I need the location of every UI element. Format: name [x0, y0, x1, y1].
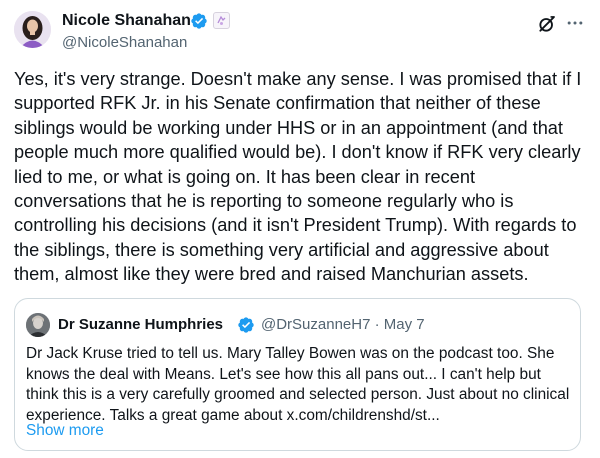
- author-avatar[interactable]: [14, 11, 51, 48]
- quoted-tweet[interactable]: Dr Suzanne Humphries @DrSuzanneH7 · May …: [14, 298, 581, 451]
- quoted-author-avatar[interactable]: [26, 313, 50, 337]
- affiliate-badge-icon[interactable]: [213, 12, 230, 29]
- more-options-icon[interactable]: [565, 13, 585, 33]
- tweet-text: Yes, it's very strange. Doesn't make any…: [14, 69, 582, 285]
- tweet: Nicole Shanahan @NicoleShanahan Yes, it'…: [0, 0, 600, 458]
- quoted-handle-date[interactable]: @DrSuzanneH7 · May 7: [261, 315, 425, 335]
- author-handle[interactable]: @NicoleShanahan: [62, 33, 187, 53]
- show-more-link[interactable]: Show more: [26, 421, 104, 441]
- quoted-tweet-text: Dr Jack Kruse tried to tell us. Mary Tal…: [26, 345, 570, 424]
- author-name[interactable]: Nicole Shanahan: [62, 11, 191, 31]
- grok-icon[interactable]: [537, 14, 557, 34]
- quoted-author-name[interactable]: Dr Suzanne Humphries: [58, 315, 223, 335]
- verified-icon: [191, 13, 207, 29]
- quoted-verified-icon: [238, 317, 254, 333]
